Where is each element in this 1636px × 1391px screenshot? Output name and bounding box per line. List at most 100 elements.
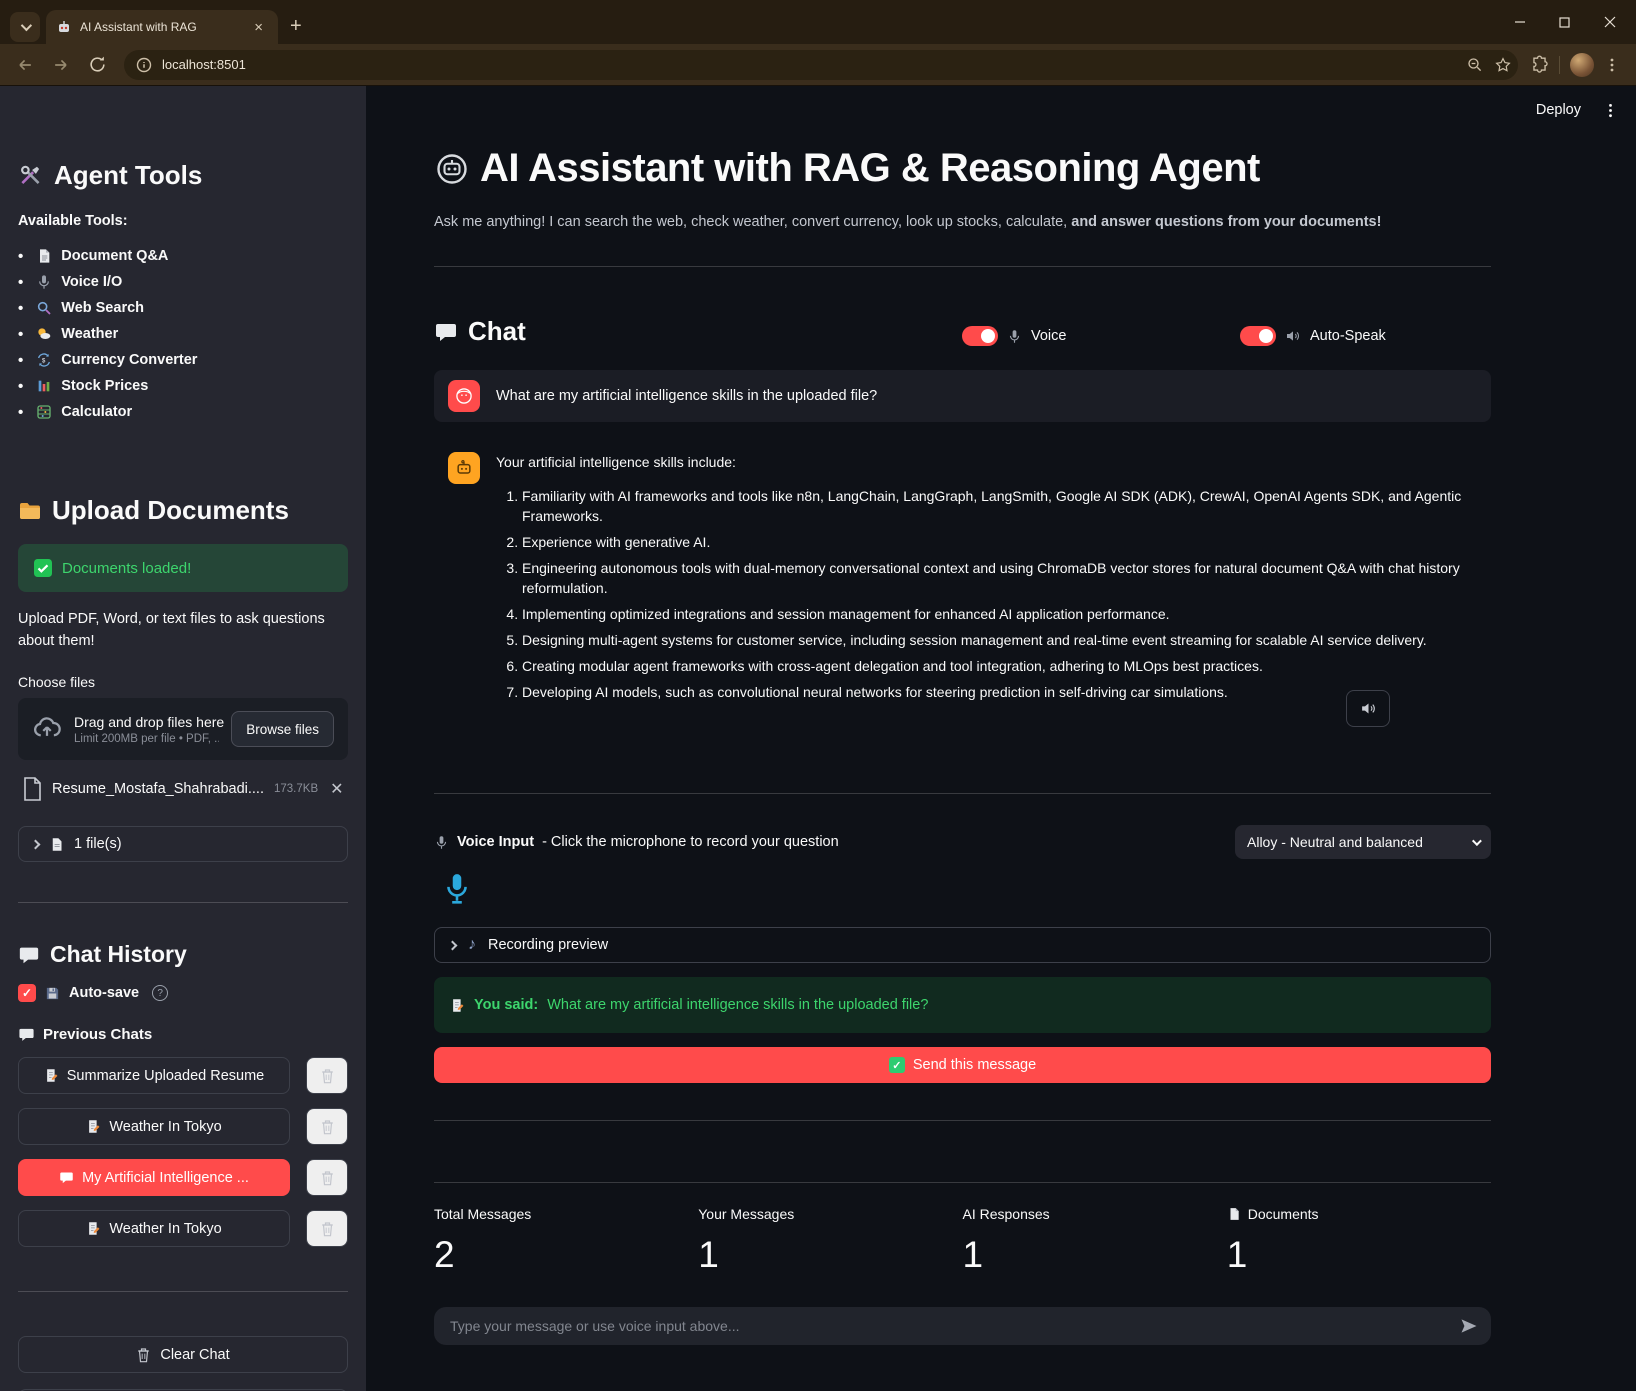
- minimize-icon: [1514, 16, 1526, 28]
- cloud-upload-icon: [32, 714, 62, 744]
- document-icon: [36, 248, 52, 264]
- previous-chat-button-active[interactable]: My Artificial Intelligence ...: [18, 1159, 290, 1196]
- voice-toggle[interactable]: [962, 326, 998, 346]
- maximize-button[interactable]: [1542, 4, 1587, 40]
- documents-loaded-text: Documents loaded!: [62, 560, 191, 577]
- recording-preview-expander[interactable]: ♪ Recording preview: [434, 927, 1491, 963]
- chevron-down-icon: [21, 20, 32, 31]
- stat-value: 2: [434, 1234, 698, 1276]
- site-info-icon[interactable]: [136, 57, 152, 73]
- skill-item: Implementing optimized integrations and …: [522, 604, 1477, 624]
- deploy-button[interactable]: Deploy: [1536, 102, 1581, 118]
- memo-icon: [450, 998, 465, 1013]
- music-note-icon: ♪: [468, 936, 476, 954]
- main-area: Deploy AI Assistant with RAG & Reasoning…: [366, 86, 1636, 1391]
- recording-preview-label: Recording preview: [488, 937, 608, 953]
- close-icon: [1604, 16, 1616, 28]
- memo-icon: [44, 1068, 59, 1083]
- url-bar[interactable]: localhost:8501: [124, 50, 1518, 80]
- autospeak-toggle[interactable]: [1240, 326, 1276, 346]
- browser-menu-icon[interactable]: [1604, 57, 1620, 73]
- upload-documents-heading: Upload Documents: [18, 495, 348, 526]
- previous-chats-title: Previous Chats: [43, 1026, 152, 1043]
- voice-select-value: Alloy - Neutral and balanced: [1247, 834, 1423, 850]
- robot-favicon-icon: [56, 19, 72, 35]
- chat-input[interactable]: [434, 1307, 1491, 1345]
- chevron-down-icon: [1472, 836, 1482, 846]
- stat-label: Total Messages: [434, 1206, 698, 1222]
- skill-item: Experience with generative AI.: [522, 532, 1477, 552]
- page-title-text: AI Assistant with RAG & Reasoning Agent: [480, 146, 1260, 191]
- stat-your-messages: Your Messages 1: [698, 1206, 962, 1276]
- sun-cloud-icon: [36, 326, 52, 342]
- trash-icon: [320, 1119, 335, 1135]
- voice-select[interactable]: Alloy - Neutral and balanced: [1235, 825, 1491, 859]
- tab-close-icon[interactable]: ×: [249, 18, 268, 37]
- forward-button[interactable]: [46, 50, 76, 80]
- voice-toggle-group: Voice: [962, 326, 1066, 346]
- uploaded-file-row: Resume_Mostafa_Shahrabadi.... 173.7KB ✕: [18, 774, 348, 804]
- reload-button[interactable]: [82, 50, 112, 80]
- speech-bubble-icon: [434, 320, 458, 344]
- overflow-menu-icon[interactable]: [1603, 103, 1618, 118]
- delete-chat-button[interactable]: [306, 1057, 348, 1094]
- browser-tab[interactable]: AI Assistant with RAG ×: [46, 10, 278, 44]
- clear-chat-button[interactable]: Clear Chat: [18, 1336, 348, 1373]
- autosave-label: Auto-save: [69, 985, 139, 1001]
- previous-chat-button[interactable]: Summarize Uploaded Resume: [18, 1057, 290, 1094]
- sidebar: Agent Tools Available Tools: Document Q&…: [0, 86, 366, 1391]
- profile-avatar[interactable]: [1570, 53, 1594, 77]
- new-tab-button[interactable]: +: [290, 15, 302, 38]
- previous-chat-label: Summarize Uploaded Resume: [67, 1068, 264, 1084]
- divider: [434, 1120, 1491, 1121]
- minimize-button[interactable]: [1497, 4, 1542, 40]
- folder-icon: [18, 499, 42, 523]
- delete-chat-button[interactable]: [306, 1108, 348, 1145]
- autosave-checkbox[interactable]: [18, 984, 36, 1002]
- zoom-out-icon[interactable]: [1466, 56, 1484, 74]
- choose-files-label: Choose files: [18, 674, 348, 690]
- tab-search-button[interactable]: [10, 12, 40, 42]
- back-button[interactable]: [10, 50, 40, 80]
- window-controls: [1497, 4, 1632, 40]
- extensions-icon[interactable]: [1530, 55, 1549, 74]
- tool-voice-io: Voice I/O: [18, 269, 348, 295]
- delete-chat-button[interactable]: [306, 1210, 348, 1247]
- bookmark-star-icon[interactable]: [1494, 56, 1512, 74]
- back-arrow-icon: [15, 55, 35, 75]
- send-icon[interactable]: [1459, 1316, 1479, 1336]
- skill-item: Creating modular agent frameworks with c…: [522, 656, 1477, 676]
- voice-input-label: Voice Input: [457, 834, 534, 850]
- url-text: localhost:8501: [162, 57, 1456, 72]
- previous-chats-heading: Previous Chats: [18, 1026, 348, 1043]
- record-microphone-button[interactable]: [440, 872, 474, 906]
- tool-stock-prices: Stock Prices: [18, 373, 348, 399]
- file-uploader-dropzone[interactable]: Drag and drop files here Limit 200MB per…: [18, 698, 348, 760]
- stat-ai-responses: AI Responses 1: [963, 1206, 1227, 1276]
- caption-bold: and answer questions from your documents…: [1071, 214, 1381, 230]
- tool-web-search: Web Search: [18, 295, 348, 321]
- files-expander[interactable]: 1 file(s): [18, 826, 348, 862]
- divider: [434, 793, 1491, 794]
- help-icon[interactable]: ?: [152, 985, 168, 1001]
- skill-item: Developing AI models, such as convolutio…: [522, 682, 1477, 702]
- previous-chat-button[interactable]: Weather In Tokyo: [18, 1210, 290, 1247]
- trash-icon: [320, 1068, 335, 1084]
- assistant-skill-list: Familiarity with AI frameworks and tools…: [496, 486, 1477, 702]
- speech-bubble-icon: [18, 944, 40, 966]
- delete-chat-button[interactable]: [306, 1159, 348, 1196]
- divider: [434, 1182, 1491, 1183]
- browse-files-button[interactable]: Browse files: [231, 711, 334, 747]
- stats-row: Total Messages 2 Your Messages 1 AI Resp…: [434, 1206, 1491, 1276]
- stat-value: 1: [698, 1234, 962, 1276]
- trash-icon: [320, 1170, 335, 1186]
- previous-chat-button[interactable]: Weather In Tokyo: [18, 1108, 290, 1145]
- send-this-message-button[interactable]: Send this message: [434, 1047, 1491, 1083]
- close-window-button[interactable]: [1587, 4, 1632, 40]
- remove-file-icon[interactable]: ✕: [330, 779, 343, 799]
- microphone-icon: [444, 873, 470, 905]
- you-said-label: You said:: [474, 997, 538, 1013]
- play-response-button[interactable]: [1346, 690, 1390, 727]
- microphone-icon: [1007, 329, 1022, 344]
- microphone-icon: [434, 835, 449, 850]
